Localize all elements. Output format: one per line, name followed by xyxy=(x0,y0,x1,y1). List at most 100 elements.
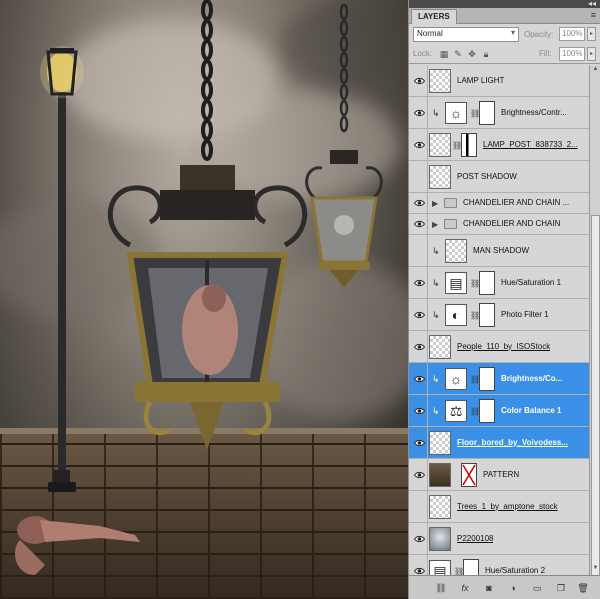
new-layer-icon[interactable]: ❐ xyxy=(555,582,567,594)
folder-icon xyxy=(444,219,457,229)
link-icon[interactable]: ⛓︎ xyxy=(435,582,447,594)
blend-mode-select[interactable]: Normal ▾ xyxy=(413,27,519,42)
scroll-up-icon[interactable]: ▲ xyxy=(591,66,600,75)
lock-all-icon[interactable]: 🔒︎ xyxy=(481,49,491,59)
layer-row[interactable]: ↳ ◐ ⛓︎ Photo Filter 1 xyxy=(409,299,589,331)
layer-name[interactable]: LAMP_POST_838733_2... xyxy=(483,140,578,149)
layer-mask-thumbnail[interactable] xyxy=(479,399,495,423)
fill-input[interactable]: 100% xyxy=(559,47,585,61)
visibility-toggle[interactable] xyxy=(411,299,428,330)
layer-name[interactable]: CHANDELIER AND CHAIN ... xyxy=(463,198,569,207)
clipping-arrow-icon: ↳ xyxy=(432,405,440,416)
layer-name[interactable]: Brightness/Contr... xyxy=(501,108,567,117)
visibility-toggle[interactable] xyxy=(411,193,428,213)
opacity-slider-arrow-icon[interactable]: ▸ xyxy=(587,27,596,41)
layer-name[interactable]: Brightness/Co... xyxy=(501,374,562,383)
fx-icon[interactable]: fx xyxy=(459,582,471,594)
visibility-toggle[interactable] xyxy=(411,331,428,362)
main-chain xyxy=(201,0,213,161)
scrollbar-thumb[interactable] xyxy=(591,215,600,599)
visibility-toggle[interactable] xyxy=(411,491,428,522)
layer-row[interactable]: ↳ ▤ ⛓︎ Hue/Saturation 1 xyxy=(409,267,589,299)
brightness-icon: ☼ xyxy=(445,368,467,390)
layer-row[interactable]: Trees_1_by_amptone_stock xyxy=(409,491,589,523)
panel-tab-bar: LAYERS ≡ xyxy=(409,8,600,24)
layer-name[interactable]: LAMP LIGHT xyxy=(457,76,504,85)
layer-name[interactable]: Trees_1_by_amptone_stock xyxy=(457,502,558,511)
layer-row[interactable]: Floor_bored_by_Voivodess... xyxy=(409,427,589,459)
layer-name[interactable]: Photo Filter 1 xyxy=(501,310,549,319)
expand-triangle-icon[interactable]: ▶ xyxy=(432,220,438,229)
layer-mask-thumbnail[interactable] xyxy=(461,463,477,487)
tab-layers[interactable]: LAYERS xyxy=(411,9,457,24)
clipping-arrow-icon: ↳ xyxy=(432,245,440,256)
lock-pixels-icon[interactable]: ✎ xyxy=(453,49,463,59)
small-lantern xyxy=(305,150,383,288)
layer-thumbnail xyxy=(429,495,451,519)
layer-row[interactable]: ↳ MAN SHADOW xyxy=(409,235,589,267)
layer-name[interactable]: MAN SHADOW xyxy=(473,246,529,255)
collapse-panel-icon[interactable]: ◂◂ xyxy=(588,0,596,8)
visibility-toggle[interactable] xyxy=(411,235,428,266)
layer-row[interactable]: ↳ ⚖ ⛓︎ Color Balance 1 xyxy=(409,395,589,427)
layer-list-scrollbar[interactable]: ▲ ▼ xyxy=(589,65,600,599)
visibility-toggle[interactable] xyxy=(411,65,428,96)
visibility-toggle[interactable] xyxy=(411,363,428,394)
layer-name[interactable]: Hue/Saturation 2 xyxy=(485,566,545,575)
layer-list: LAMP LIGHT ↳ ☼ ⛓︎ Brightness/Contr... ⛓︎ LAMP_… xyxy=(409,65,589,587)
layer-name[interactable]: CHANDELIER AND CHAIN xyxy=(463,219,560,228)
blend-mode-value: Normal xyxy=(417,29,443,38)
layer-row[interactable]: LAMP LIGHT xyxy=(409,65,589,97)
layer-row[interactable]: PATTERN xyxy=(409,459,589,491)
layer-name[interactable]: PATTERN xyxy=(483,470,519,479)
layer-thumbnail xyxy=(429,133,451,157)
visibility-toggle[interactable] xyxy=(411,161,428,192)
layer-row[interactable]: P2200108 xyxy=(409,523,589,555)
fallen-figure xyxy=(15,516,140,575)
opacity-input[interactable]: 100% xyxy=(559,27,585,41)
visibility-toggle[interactable] xyxy=(411,267,428,298)
clipping-arrow-icon: ↳ xyxy=(432,309,440,320)
visibility-toggle[interactable] xyxy=(411,129,428,160)
trash-icon[interactable]: 🗑︎ xyxy=(577,582,589,594)
visibility-toggle[interactable] xyxy=(411,97,428,128)
layer-thumbnail xyxy=(429,527,451,551)
layer-row[interactable]: ▶ CHANDELIER AND CHAIN xyxy=(409,214,589,235)
layer-row[interactable]: POST SHADOW xyxy=(409,161,589,193)
mask-icon[interactable]: ◙ xyxy=(483,582,495,594)
layer-mask-thumbnail[interactable] xyxy=(479,303,495,327)
layer-name[interactable]: People_110_by_ISOStock xyxy=(457,342,550,351)
visibility-toggle[interactable] xyxy=(411,214,428,234)
lock-position-icon[interactable]: ✥ xyxy=(467,49,477,59)
adjustment-icon[interactable]: ◑ xyxy=(507,582,519,594)
layer-row[interactable]: People_110_by_ISOStock xyxy=(409,331,589,363)
visibility-toggle[interactable] xyxy=(411,459,428,490)
layer-name[interactable]: P2200108 xyxy=(457,534,493,543)
clipping-arrow-icon: ↳ xyxy=(432,373,440,384)
lock-transparency-icon[interactable]: ▦ xyxy=(439,49,449,59)
visibility-toggle[interactable] xyxy=(411,427,428,458)
visibility-toggle[interactable] xyxy=(411,523,428,554)
fill-slider-arrow-icon[interactable]: ▸ xyxy=(587,47,596,61)
layer-row[interactable]: ▶ CHANDELIER AND CHAIN ... xyxy=(409,193,589,214)
visibility-toggle[interactable] xyxy=(411,395,428,426)
folder-icon[interactable]: ▭ xyxy=(531,582,543,594)
color-balance-icon: ⚖ xyxy=(445,400,467,422)
layer-thumbnail xyxy=(429,69,451,93)
layer-name[interactable]: POST SHADOW xyxy=(457,172,517,181)
clipping-arrow-icon: ↳ xyxy=(432,277,440,288)
layer-mask-thumbnail[interactable] xyxy=(479,101,495,125)
layer-mask-thumbnail[interactable] xyxy=(479,367,495,391)
layer-row[interactable]: ↳ ☼ ⛓︎ Brightness/Contr... xyxy=(409,97,589,129)
layer-name[interactable]: Color Balance 1 xyxy=(501,406,561,415)
scroll-down-icon[interactable]: ▼ xyxy=(591,565,600,574)
expand-triangle-icon[interactable]: ▶ xyxy=(432,199,438,208)
layer-row[interactable]: ⛓︎ LAMP_POST_838733_2... xyxy=(409,129,589,161)
layer-mask-thumbnail[interactable] xyxy=(461,133,477,157)
layer-mask-thumbnail[interactable] xyxy=(479,271,495,295)
layer-name[interactable]: Floor_bored_by_Voivodess... xyxy=(457,438,568,447)
layer-row[interactable]: ↳ ☼ ⛓︎ Brightness/Co... xyxy=(409,363,589,395)
fill-label: Fill: xyxy=(539,49,552,58)
panel-menu-icon[interactable]: ≡ xyxy=(591,10,596,20)
layer-name[interactable]: Hue/Saturation 1 xyxy=(501,278,561,287)
